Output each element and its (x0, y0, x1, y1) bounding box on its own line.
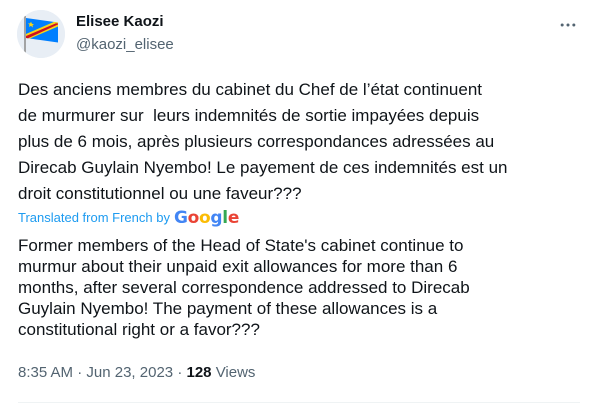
translation-attribution[interactable]: Translated from French by Google (18, 208, 239, 228)
views-label: Views (215, 364, 256, 381)
tweet-card: Elisee Kaozi @kaozi_elisee Des anciens m… (0, 0, 598, 419)
avatar[interactable] (17, 10, 65, 58)
drc-flag-avatar-icon (17, 10, 65, 58)
author-block: Elisee Kaozi @kaozi_elisee (76, 12, 174, 55)
translated-label: Translated from French by (18, 210, 170, 225)
tweet-date[interactable]: Jun 23, 2023 (86, 364, 173, 381)
tweet-time[interactable]: 8:35 AM (18, 364, 73, 381)
tweet-meta: 8:35 AM · Jun 23, 2023 · 128 Views (18, 363, 255, 383)
divider (18, 402, 580, 403)
author-handle[interactable]: @kaozi_elisee (76, 35, 174, 55)
more-horizontal-icon (560, 23, 576, 27)
more-options-button[interactable] (557, 14, 579, 36)
google-logo: Google (173, 208, 240, 228)
views-count: 128 (186, 364, 212, 381)
meta-separator: · (77, 364, 83, 381)
tweet-text: Des anciens membres du cabinet du Chef d… (18, 80, 508, 203)
author-display-name[interactable]: Elisee Kaozi (76, 12, 174, 32)
meta-separator: · (177, 364, 183, 381)
tweet-translation: Former members of the Head of State's ca… (18, 236, 470, 339)
